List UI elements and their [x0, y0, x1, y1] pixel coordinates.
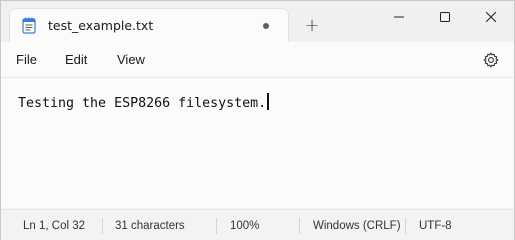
settings-button[interactable] [482, 51, 500, 69]
minimize-icon [394, 16, 404, 18]
text-caret [267, 93, 269, 110]
editor-content[interactable]: Testing the ESP8266 filesystem. [18, 93, 269, 111]
maximize-icon [440, 12, 450, 22]
status-character-count: 31 characters [115, 220, 185, 232]
notepad-file-icon [22, 17, 36, 34]
close-icon [486, 12, 496, 22]
notepad-window: test_example.txt + File Edit View Testin… [0, 0, 515, 240]
tab-title: test_example.txt [48, 18, 154, 33]
status-encoding[interactable]: UTF-8 [419, 220, 452, 232]
maximize-button[interactable] [422, 1, 468, 33]
gear-icon [483, 52, 499, 68]
menu-file[interactable]: File [16, 52, 37, 67]
text-editor-area[interactable]: Testing the ESP8266 filesystem. [1, 78, 514, 208]
status-line-ending[interactable]: Windows (CRLF) [313, 220, 401, 232]
status-divider [299, 218, 300, 234]
status-zoom[interactable]: 100% [230, 220, 259, 232]
menu-bar: File Edit View [1, 42, 514, 78]
status-bar: Ln 1, Col 32 31 characters 100% Windows … [1, 209, 514, 240]
menu-view[interactable]: View [117, 52, 145, 67]
editor-text-line: Testing the ESP8266 filesystem. [18, 96, 267, 111]
status-divider [102, 218, 103, 234]
menu-edit[interactable]: Edit [65, 52, 87, 67]
tab-test-example[interactable]: test_example.txt [9, 8, 289, 42]
status-cursor-position: Ln 1, Col 32 [23, 220, 86, 232]
close-button[interactable] [468, 1, 514, 33]
status-divider [216, 218, 217, 234]
unsaved-indicator-dot[interactable] [263, 23, 269, 29]
new-tab-button[interactable]: + [300, 13, 324, 37]
title-bar: test_example.txt + [1, 1, 514, 42]
status-divider [405, 218, 406, 234]
minimize-button[interactable] [376, 1, 422, 33]
